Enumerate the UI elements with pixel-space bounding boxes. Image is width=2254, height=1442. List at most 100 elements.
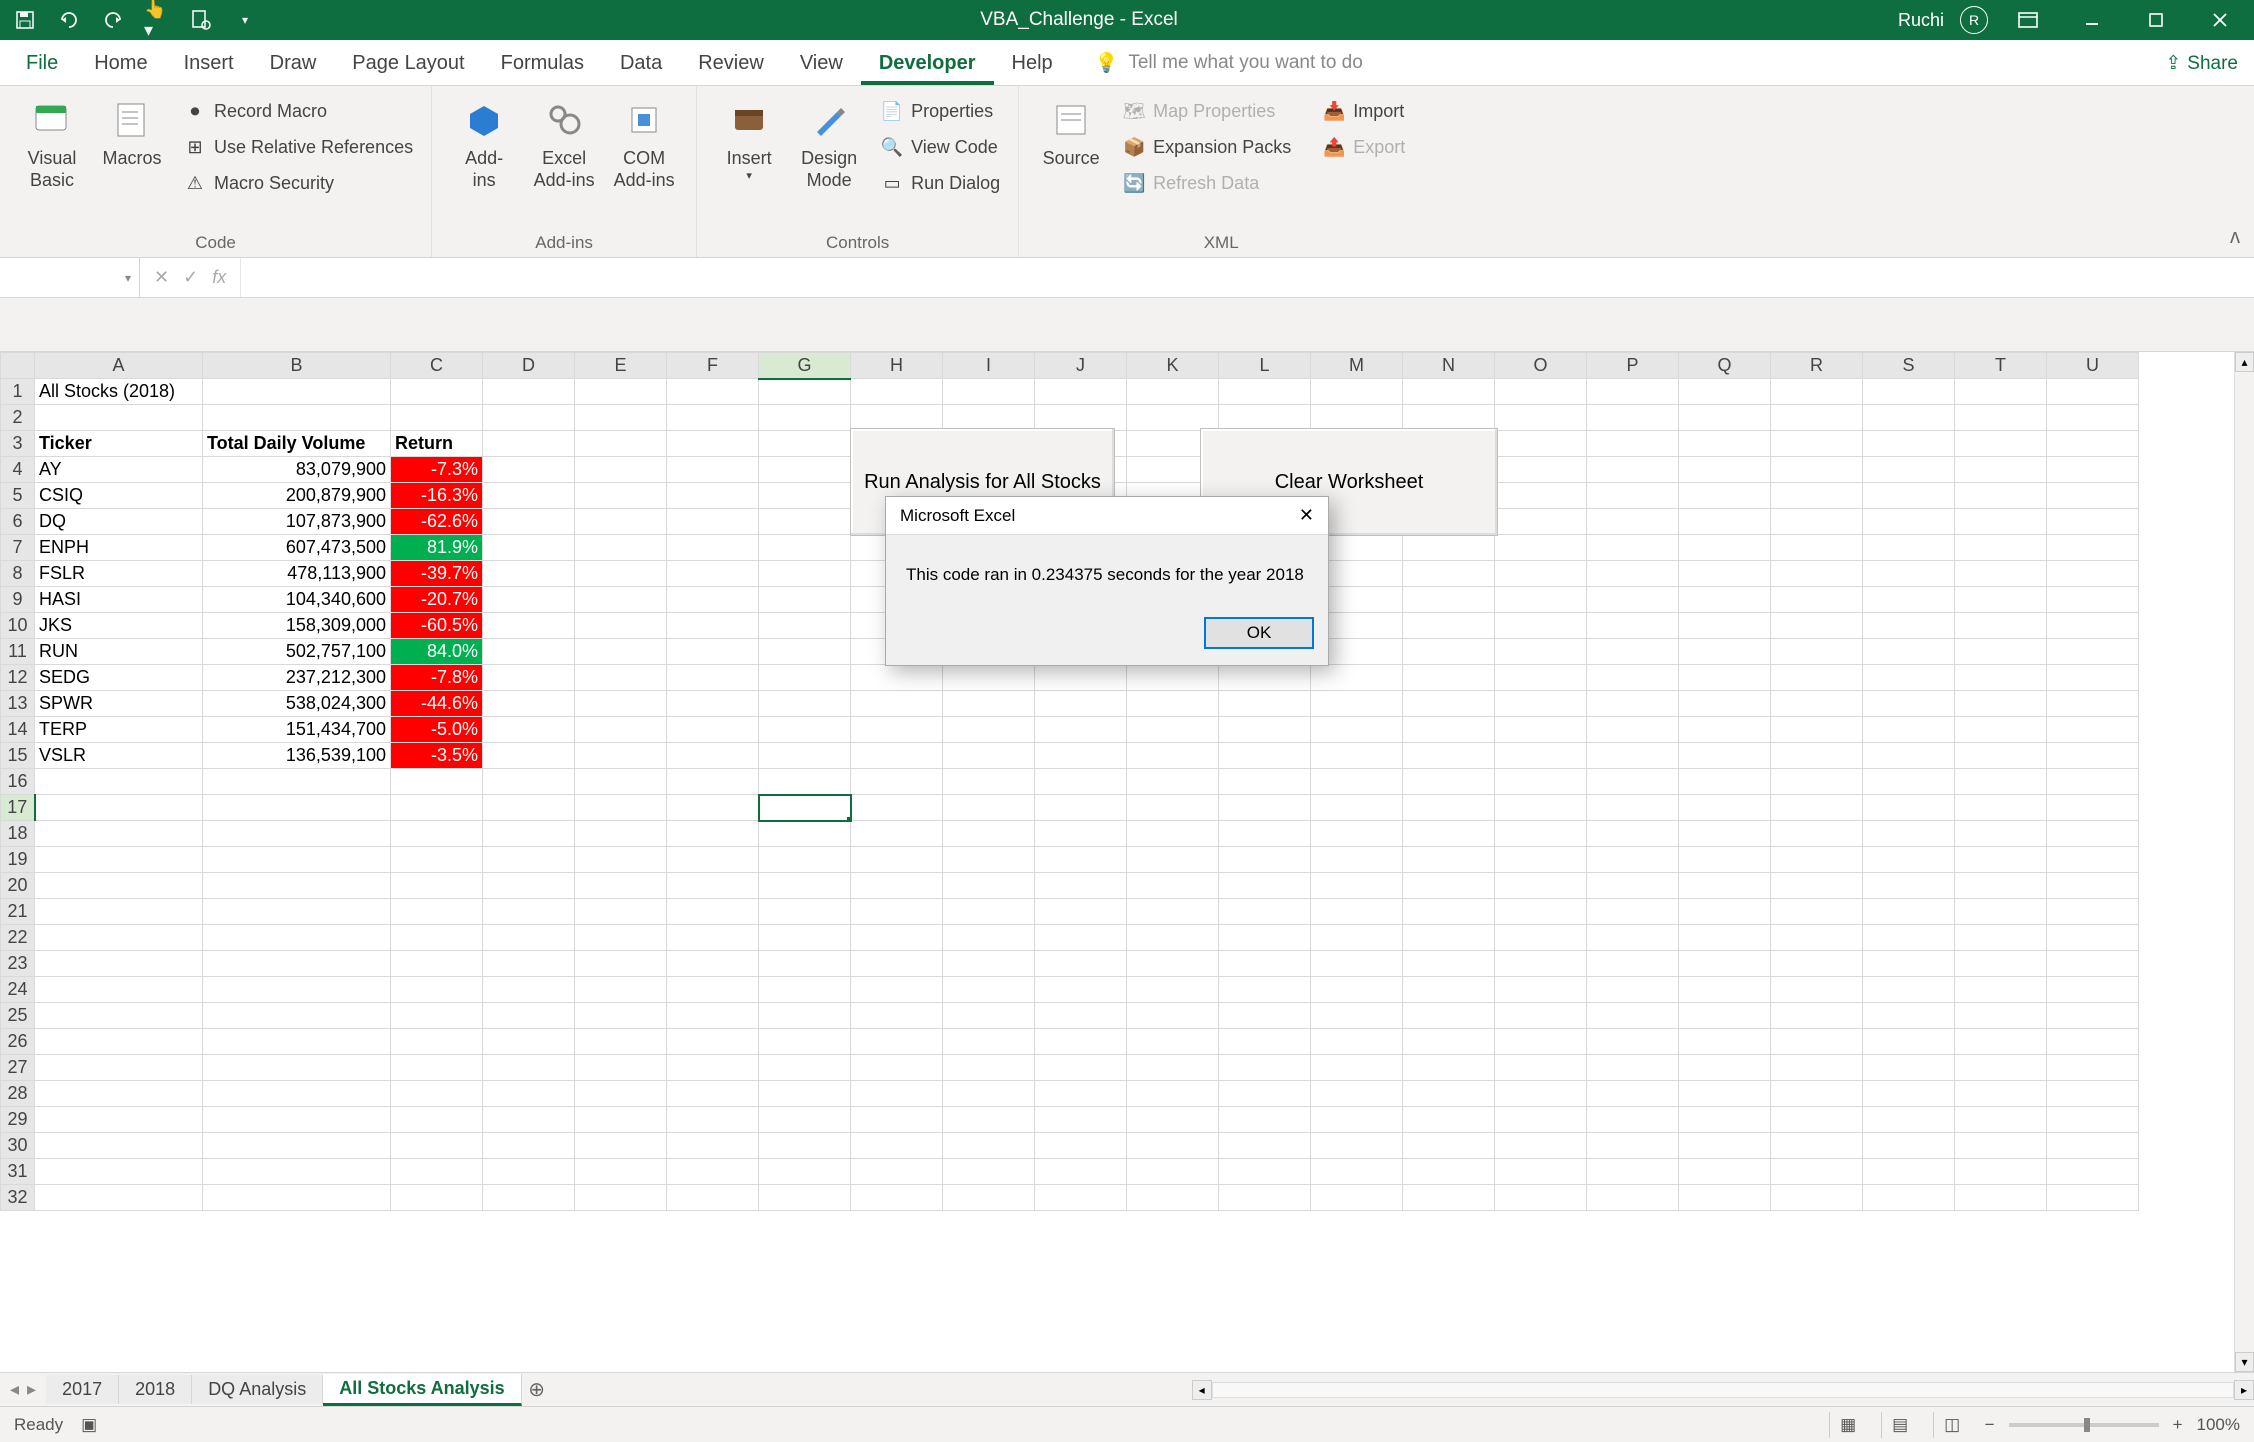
cell-F8[interactable] (667, 561, 759, 587)
cell-S31[interactable] (1863, 1159, 1955, 1185)
cell-U31[interactable] (2047, 1159, 2139, 1185)
cell-L2[interactable] (1219, 405, 1311, 431)
cell-H29[interactable] (851, 1107, 943, 1133)
cell-M30[interactable] (1311, 1133, 1403, 1159)
cell-C3[interactable]: Return (391, 431, 483, 457)
cell-D19[interactable] (483, 847, 575, 873)
col-header-H[interactable]: H (851, 353, 943, 379)
cell-P10[interactable] (1587, 613, 1679, 639)
cell-T14[interactable] (1955, 717, 2047, 743)
cell-L20[interactable] (1219, 873, 1311, 899)
cell-C24[interactable] (391, 977, 483, 1003)
cell-E3[interactable] (575, 431, 667, 457)
row-header-28[interactable]: 28 (1, 1081, 35, 1107)
cell-K31[interactable] (1127, 1159, 1219, 1185)
cell-I14[interactable] (943, 717, 1035, 743)
record-macro-button[interactable]: ⏺Record Macro (178, 96, 419, 126)
col-header-G[interactable]: G (759, 353, 851, 379)
cell-J22[interactable] (1035, 925, 1127, 951)
row-header-15[interactable]: 15 (1, 743, 35, 769)
cell-P6[interactable] (1587, 509, 1679, 535)
row-header-17[interactable]: 17 (1, 795, 35, 821)
cell-S18[interactable] (1863, 821, 1955, 847)
cell-S9[interactable] (1863, 587, 1955, 613)
cell-G4[interactable] (759, 457, 851, 483)
cell-A21[interactable] (35, 899, 203, 925)
cell-U13[interactable] (2047, 691, 2139, 717)
cell-B7[interactable]: 607,473,500 (203, 535, 391, 561)
cell-U2[interactable] (2047, 405, 2139, 431)
cell-E17[interactable] (575, 795, 667, 821)
col-header-J[interactable]: J (1035, 353, 1127, 379)
cell-J29[interactable] (1035, 1107, 1127, 1133)
cell-U26[interactable] (2047, 1029, 2139, 1055)
cell-I25[interactable] (943, 1003, 1035, 1029)
cell-S30[interactable] (1863, 1133, 1955, 1159)
cell-Q32[interactable] (1679, 1185, 1771, 1211)
cell-C19[interactable] (391, 847, 483, 873)
cell-A14[interactable]: TERP (35, 717, 203, 743)
cell-B13[interactable]: 538,024,300 (203, 691, 391, 717)
cell-S6[interactable] (1863, 509, 1955, 535)
cell-H15[interactable] (851, 743, 943, 769)
cell-E9[interactable] (575, 587, 667, 613)
col-header-M[interactable]: M (1311, 353, 1403, 379)
cell-E10[interactable] (575, 613, 667, 639)
cell-Q15[interactable] (1679, 743, 1771, 769)
cell-D31[interactable] (483, 1159, 575, 1185)
cell-D29[interactable] (483, 1107, 575, 1133)
cell-N29[interactable] (1403, 1107, 1495, 1133)
cell-H21[interactable] (851, 899, 943, 925)
cell-O11[interactable] (1495, 639, 1587, 665)
cell-M17[interactable] (1311, 795, 1403, 821)
cell-Q24[interactable] (1679, 977, 1771, 1003)
cell-Q30[interactable] (1679, 1133, 1771, 1159)
cell-N24[interactable] (1403, 977, 1495, 1003)
zoom-in-icon[interactable]: + (2173, 1415, 2183, 1435)
cell-G26[interactable] (759, 1029, 851, 1055)
cell-J21[interactable] (1035, 899, 1127, 925)
cell-R27[interactable] (1771, 1055, 1863, 1081)
sheet-tab-2017[interactable]: 2017 (46, 1375, 119, 1404)
cell-K23[interactable] (1127, 951, 1219, 977)
cell-K21[interactable] (1127, 899, 1219, 925)
cell-J2[interactable] (1035, 405, 1127, 431)
cell-K20[interactable] (1127, 873, 1219, 899)
cell-J12[interactable] (1035, 665, 1127, 691)
cell-K15[interactable] (1127, 743, 1219, 769)
cell-F22[interactable] (667, 925, 759, 951)
cell-M28[interactable] (1311, 1081, 1403, 1107)
cell-O15[interactable] (1495, 743, 1587, 769)
cell-K24[interactable] (1127, 977, 1219, 1003)
touch-mode-icon[interactable]: 👆▾ (144, 7, 170, 33)
cell-R20[interactable] (1771, 873, 1863, 899)
cell-S29[interactable] (1863, 1107, 1955, 1133)
cell-O30[interactable] (1495, 1133, 1587, 1159)
tab-review[interactable]: Review (680, 44, 782, 85)
cell-U32[interactable] (2047, 1185, 2139, 1211)
cell-O3[interactable] (1495, 431, 1587, 457)
row-header-22[interactable]: 22 (1, 925, 35, 951)
cell-A29[interactable] (35, 1107, 203, 1133)
cell-F1[interactable] (667, 379, 759, 405)
cell-I22[interactable] (943, 925, 1035, 951)
enter-formula-icon[interactable]: ✓ (183, 267, 198, 288)
cell-D28[interactable] (483, 1081, 575, 1107)
cell-R21[interactable] (1771, 899, 1863, 925)
cell-C32[interactable] (391, 1185, 483, 1211)
cell-F21[interactable] (667, 899, 759, 925)
cell-Q5[interactable] (1679, 483, 1771, 509)
cell-D1[interactable] (483, 379, 575, 405)
cell-T7[interactable] (1955, 535, 2047, 561)
cell-C22[interactable] (391, 925, 483, 951)
cell-Q12[interactable] (1679, 665, 1771, 691)
row-header-7[interactable]: 7 (1, 535, 35, 561)
cell-C6[interactable]: -62.6% (391, 509, 483, 535)
cell-I29[interactable] (943, 1107, 1035, 1133)
source-button[interactable]: Source (1031, 92, 1111, 170)
cell-D26[interactable] (483, 1029, 575, 1055)
cell-G15[interactable] (759, 743, 851, 769)
cell-E12[interactable] (575, 665, 667, 691)
cell-M22[interactable] (1311, 925, 1403, 951)
cell-C13[interactable]: -44.6% (391, 691, 483, 717)
